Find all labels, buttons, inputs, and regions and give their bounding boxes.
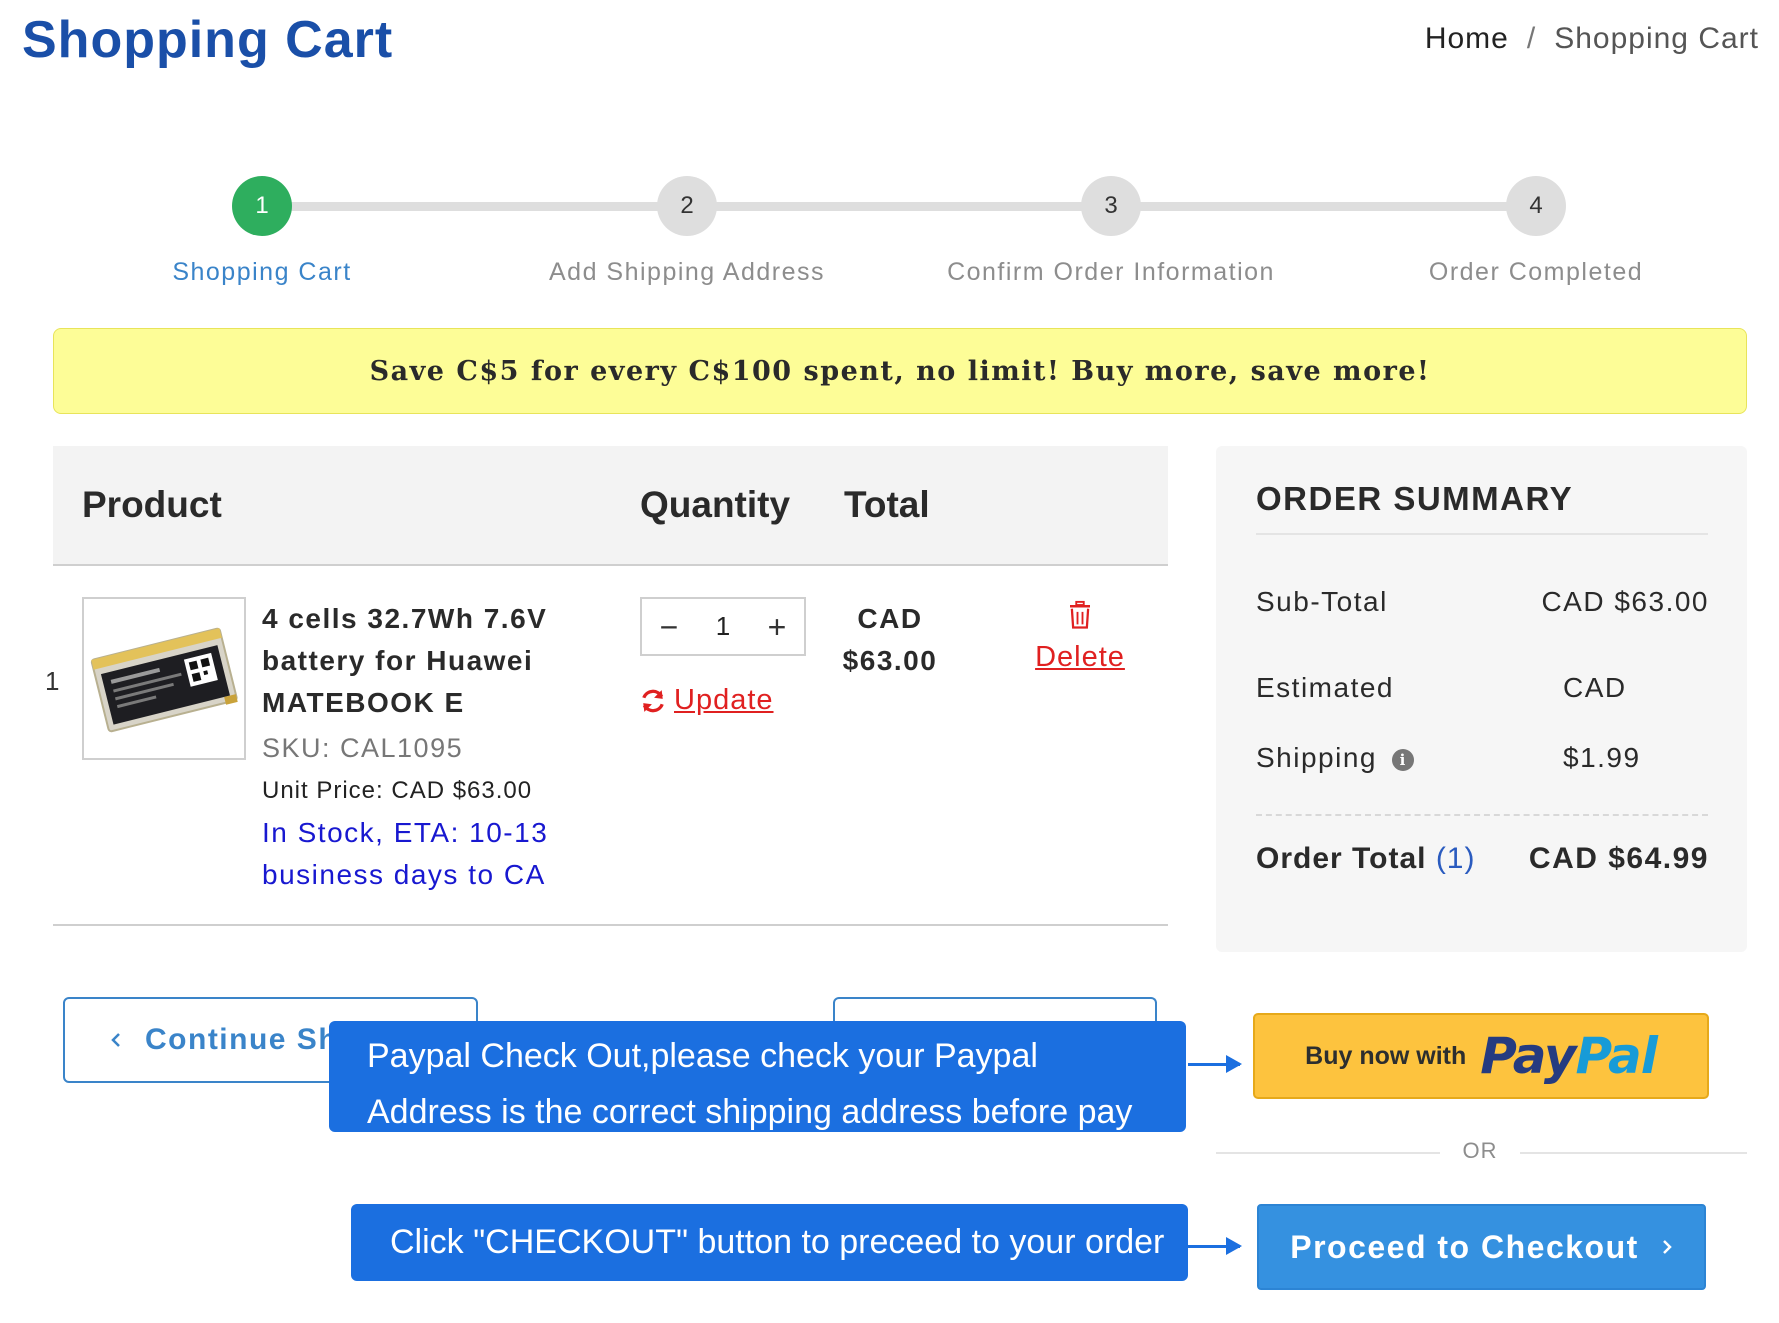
product-sku: SKU: CAL1095 xyxy=(262,733,464,763)
order-total-count: (1) xyxy=(1435,842,1476,875)
row-index: 1 xyxy=(45,666,60,696)
subtotal-value: CAD $63.00 xyxy=(1541,586,1709,617)
summary-divider xyxy=(1256,533,1708,535)
paypal-prefix: Buy now with xyxy=(1305,1041,1467,1070)
shipping-currency: CAD xyxy=(1563,672,1627,703)
quantity-input[interactable] xyxy=(693,611,753,642)
product-image[interactable] xyxy=(82,597,246,760)
checkout-arrow xyxy=(1188,1237,1242,1255)
order-total-label: Order Total (1) xyxy=(1256,842,1475,876)
line-total-currency: CAD xyxy=(857,603,923,634)
step-4-label: Order Completed xyxy=(1428,258,1644,286)
paypal-checkout-button[interactable]: Buy now with PayPal xyxy=(1253,1013,1709,1099)
subtotal-label: Sub-Total xyxy=(1256,586,1388,617)
proceed-to-checkout-button[interactable]: Proceed to Checkout xyxy=(1257,1204,1706,1290)
paypal-callout: Paypal Check Out,please check your Paypa… xyxy=(329,1021,1186,1132)
quantity-stepper: − + xyxy=(640,597,806,656)
update-label: Update xyxy=(674,684,774,716)
trash-icon xyxy=(1070,600,1090,629)
column-header-quantity: Quantity xyxy=(640,484,791,525)
column-header-product: Product xyxy=(82,484,222,525)
shipping-label-line-1: Estimated xyxy=(1256,672,1394,703)
line-total: CAD $63.00 xyxy=(820,598,960,682)
product-name-link[interactable]: 4 cells 32.7Wh 7.6V battery for Huawei M… xyxy=(262,598,582,724)
step-1-circle: 1 xyxy=(232,176,292,236)
step-4-circle: 4 xyxy=(1506,176,1566,236)
paypal-arrow xyxy=(1188,1055,1242,1073)
order-summary-title: ORDER SUMMARY xyxy=(1256,480,1574,517)
stock-status: In Stock, ETA: 10-13 business days to CA xyxy=(262,817,549,890)
breadcrumb-current: Shopping Cart xyxy=(1554,22,1759,55)
shipping-amount: $1.99 xyxy=(1563,742,1641,773)
step-3-label: Confirm Order Information xyxy=(947,258,1275,286)
row-divider xyxy=(53,924,1168,926)
page-title: Shopping Cart xyxy=(22,11,394,69)
promo-banner: Save C$5 for every C$100 spent, no limit… xyxy=(53,328,1747,414)
update-button[interactable]: Update xyxy=(640,684,774,717)
or-divider-right xyxy=(1520,1152,1747,1154)
column-header-total: Total xyxy=(844,484,930,525)
delete-button[interactable]: Delete xyxy=(1015,600,1145,674)
line-total-amount: $63.00 xyxy=(842,645,938,676)
checkout-callout: Click "CHECKOUT" button to preceed to yo… xyxy=(351,1204,1188,1281)
info-icon[interactable]: i xyxy=(1392,748,1415,771)
step-1-label: Shopping Cart xyxy=(172,258,352,286)
continue-shopping-label: Continue Sh xyxy=(145,1023,339,1056)
increase-quantity-button[interactable]: + xyxy=(762,611,792,643)
summary-dashed-divider xyxy=(1256,814,1708,816)
step-2-circle: 2 xyxy=(657,176,717,236)
battery-image xyxy=(84,599,244,758)
shipping-label: Shipping xyxy=(1256,742,1377,773)
delete-label: Delete xyxy=(1035,641,1125,673)
chevron-left-icon xyxy=(111,1033,120,1047)
paypal-logo: PayPal xyxy=(1480,1027,1658,1085)
shipping-label-line-2: Shipping i xyxy=(1256,742,1415,774)
breadcrumb-home-link[interactable]: Home xyxy=(1425,22,1509,56)
order-total-value: CAD $64.99 xyxy=(1528,842,1709,875)
order-total-text: Order Total xyxy=(1256,842,1427,875)
breadcrumb: Home / Shopping Cart xyxy=(1425,22,1759,56)
or-divider-left xyxy=(1216,1152,1440,1154)
chevron-right-icon xyxy=(1662,1240,1672,1254)
product-unit-price: Unit Price: CAD $63.00 xyxy=(262,777,533,804)
progress-track xyxy=(262,202,1536,211)
or-divider-text: OR xyxy=(1462,1138,1498,1163)
checkout-label: Proceed to Checkout xyxy=(1290,1228,1639,1265)
step-3-circle: 3 xyxy=(1081,176,1141,236)
step-2-label: Add Shipping Address xyxy=(548,258,825,286)
decrease-quantity-button[interactable]: − xyxy=(654,611,684,643)
breadcrumb-separator: / xyxy=(1526,22,1537,55)
refresh-icon xyxy=(642,689,664,712)
